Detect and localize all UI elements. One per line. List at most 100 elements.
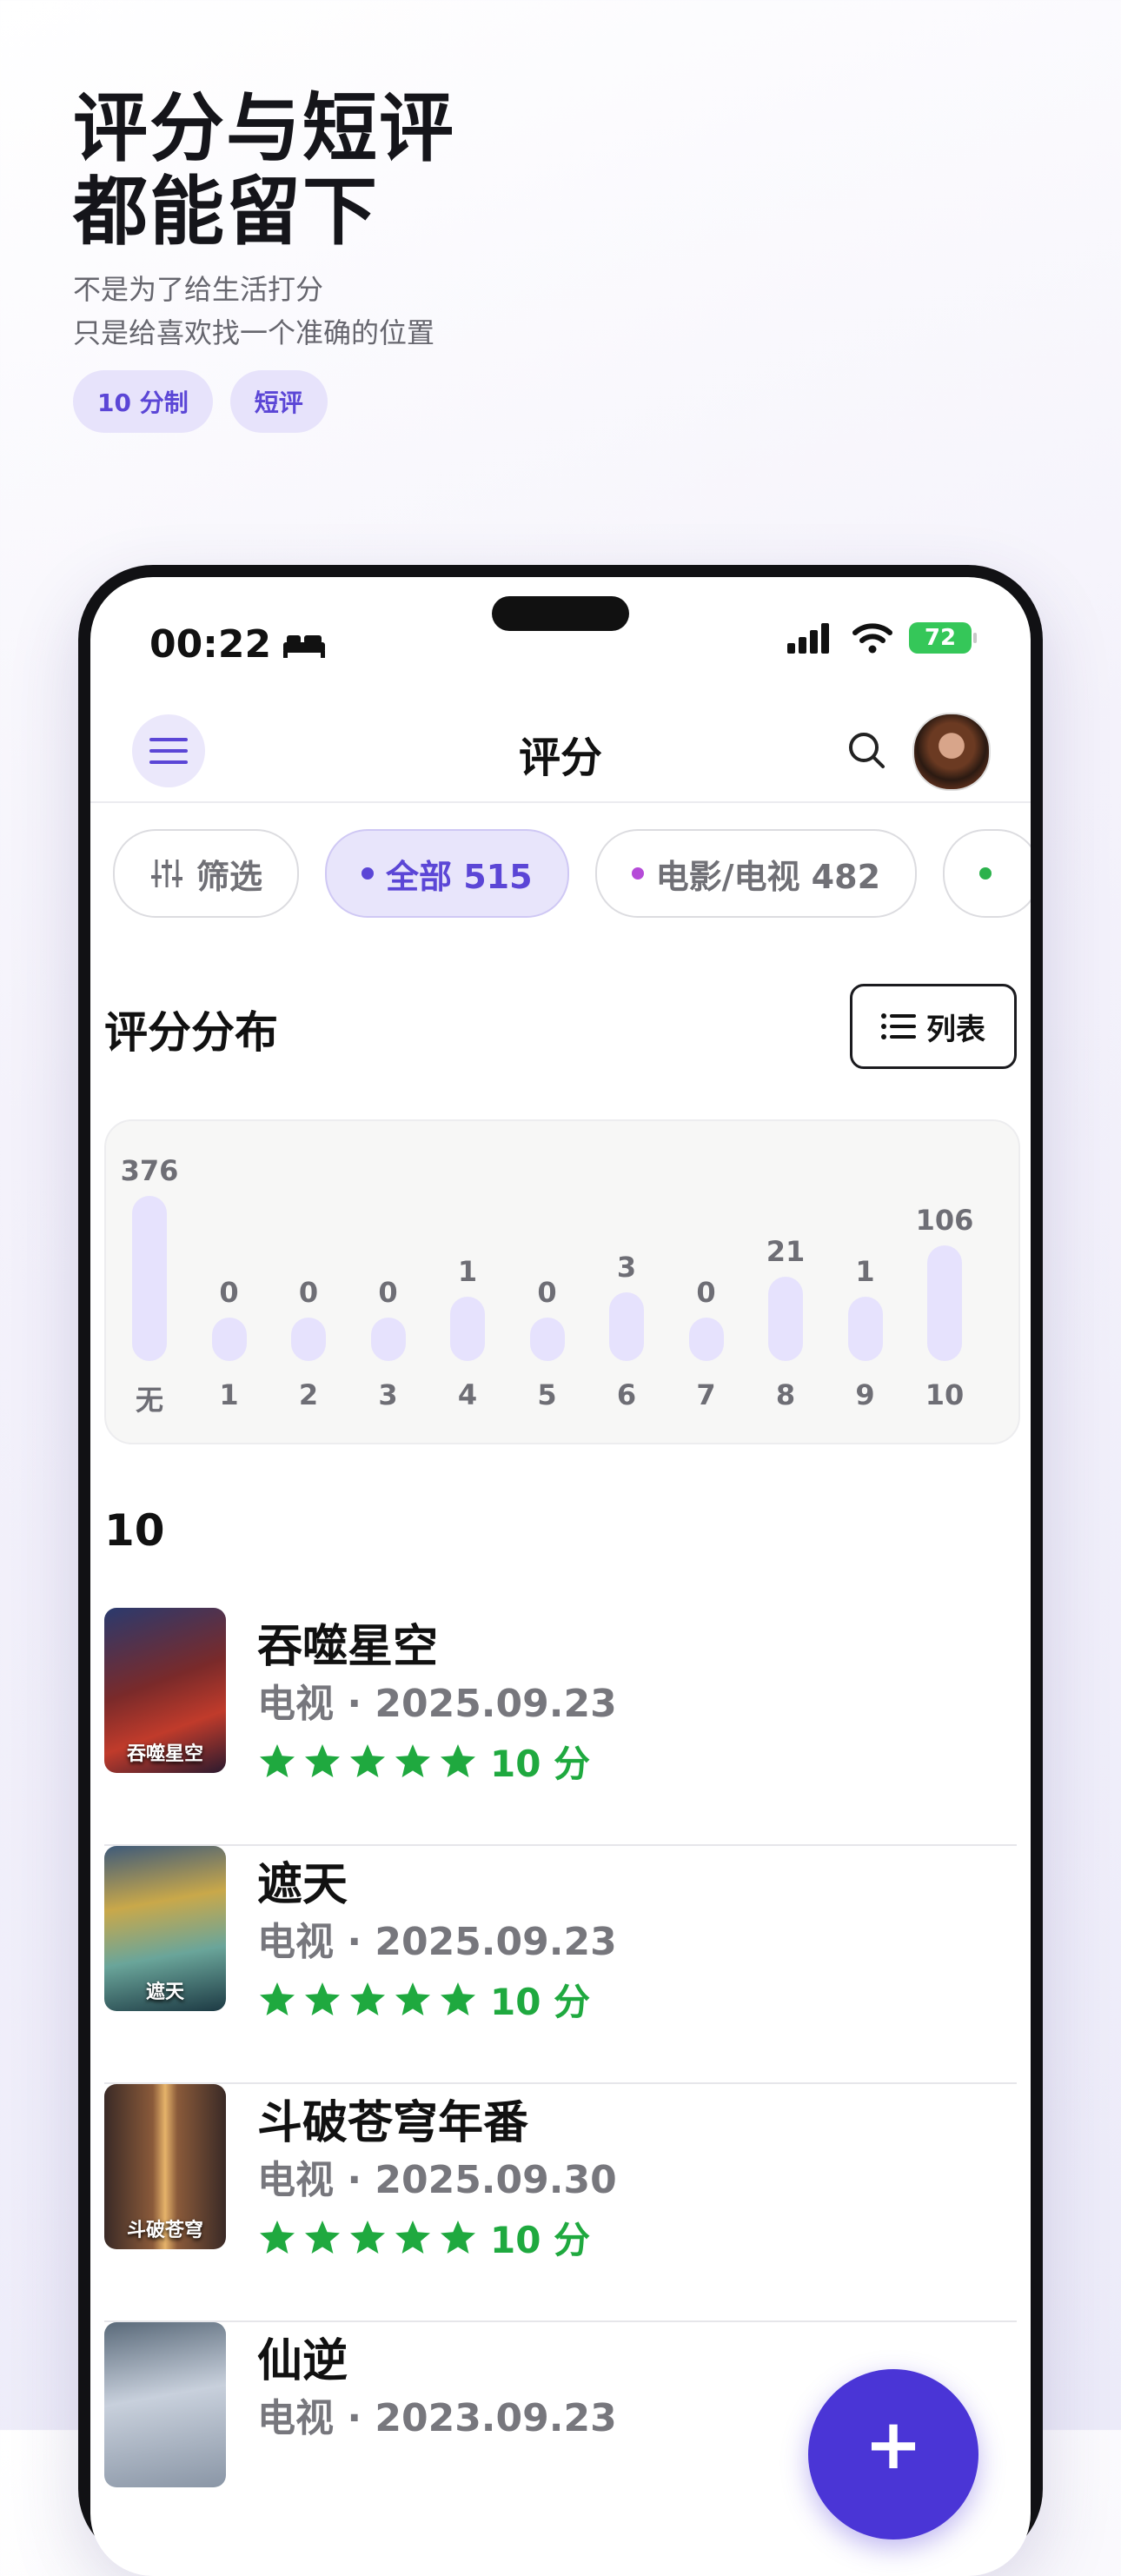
bar [609, 1292, 644, 1361]
item-meta: 电视 · 2025.09.23 [257, 1682, 617, 1726]
bar-value-label: 106 [915, 1204, 974, 1238]
poster-title: 斗破苍穹 [126, 2220, 203, 2241]
chip-dot-icon [979, 867, 992, 880]
bar [132, 1196, 167, 1361]
chip-more[interactable] [943, 829, 1031, 918]
promo-title-line-2: 都能留下 [73, 169, 379, 256]
promo-subtitle: 不是为了给生活打分 只是给喜欢找一个准确的位置 [73, 268, 434, 355]
cellular-signal-icon [787, 623, 829, 654]
bar [688, 1318, 724, 1361]
status-indicators: 72 [787, 622, 977, 654]
poster-image: 遮天 [104, 1846, 226, 2011]
bar-value-label: 376 [120, 1154, 179, 1187]
app-screen: 00:22 72 评分 筛选 全部 515 电影/电视 482 评分分布 列表 … [90, 577, 1031, 2576]
bar [768, 1277, 803, 1361]
bar-value-label: 0 [696, 1276, 716, 1309]
item-title: 仙逆 [257, 2335, 348, 2387]
group-heading: 10 [104, 1505, 165, 1556]
status-time-text: 00:22 [149, 622, 272, 667]
sliders-icon [151, 860, 182, 887]
filter-button[interactable]: 筛选 [113, 829, 300, 918]
bar-column: 01 [199, 1121, 260, 1443]
bar-column: 106 10 [914, 1121, 975, 1443]
poster-image: 吞噬星空 [104, 1608, 226, 1773]
bar-column: 07 [676, 1121, 737, 1443]
item-meta: 电视 · 2025.09.23 [257, 1920, 617, 1964]
chip-all[interactable]: 全部 515 [325, 829, 569, 918]
avatar[interactable] [912, 713, 991, 791]
bar-value-label: 1 [855, 1254, 875, 1288]
bar [847, 1296, 883, 1361]
bar-column: 19 [835, 1121, 896, 1443]
battery-indicator: 72 [909, 622, 977, 654]
filter-label: 筛选 [196, 857, 263, 896]
star-icon [350, 1743, 385, 1777]
item-title: 斗破苍穹年番 [257, 2097, 529, 2149]
list-view-label: 列表 [926, 1012, 985, 1047]
poster-image: 斗破苍穹 [104, 2084, 226, 2249]
item-title: 吞噬星空 [257, 1621, 439, 1673]
star-icon [305, 2220, 340, 2254]
bed-icon [283, 634, 326, 658]
chip-dot-icon [362, 867, 375, 880]
bar-column: 14 [437, 1121, 498, 1443]
battery-level: 72 [924, 625, 957, 651]
bar-column: 36 [596, 1121, 657, 1443]
chip-dot-icon [631, 867, 644, 880]
filter-chip-row: 筛选 全部 515 电影/电视 482 [113, 829, 1031, 918]
item-rating: 10 分 [257, 1973, 590, 2026]
promo-title-line-1: 评分与短评 [73, 85, 455, 172]
star-icon [395, 2220, 430, 2254]
status-time: 00:22 [149, 622, 327, 667]
star-icon [441, 1982, 475, 2015]
promo-tag: 短评 [229, 370, 328, 433]
star-icon [260, 1982, 295, 2015]
star-icon [305, 1982, 340, 2015]
bar [450, 1296, 485, 1361]
promo-tag: 10 分制 [73, 370, 213, 433]
star-icon [260, 1743, 295, 1777]
bar-column: 376 无 [119, 1121, 180, 1443]
bar [291, 1318, 326, 1361]
list-view-button[interactable]: 列表 [850, 984, 1017, 1069]
promo-sub-line-2: 只是给喜欢找一个准确的位置 [73, 316, 435, 349]
list-item[interactable]: 斗破苍穹 斗破苍穹年番 电视 · 2025.09.30 10 分 [104, 2084, 1017, 2322]
score-label: 10 分 [490, 2219, 591, 2261]
chip-movie-tv[interactable]: 电影/电视 482 [594, 829, 918, 918]
add-icon: + [864, 2404, 923, 2485]
star-icon [260, 2220, 295, 2254]
bar [927, 1245, 962, 1361]
star-icon [441, 1743, 475, 1777]
bar-column: 02 [278, 1121, 339, 1443]
promo-sub-line-1: 不是为了给生活打分 [73, 273, 324, 306]
star-icon [350, 1982, 385, 2015]
search-icon[interactable] [843, 727, 892, 775]
score-label: 10 分 [490, 1981, 591, 2023]
add-button[interactable]: + [808, 2369, 978, 2539]
item-meta: 电视 · 2023.09.23 [257, 2396, 617, 2440]
list-item[interactable]: 遮天 遮天 电视 · 2025.09.23 10 分 [104, 1846, 1017, 2084]
item-rating: 10 分 [257, 2211, 590, 2264]
item-meta: 电视 · 2025.09.30 [257, 2158, 617, 2202]
bar [529, 1318, 565, 1361]
star-icon [441, 2220, 475, 2254]
bar-column: 21 8 [755, 1121, 816, 1443]
distribution-title: 评分分布 [104, 1007, 278, 1058]
rating-distribution-chart: 376 无 0 1 0 2 0 3 1 4 0 5 3 6 0 7 21 8 1 9 106 10 [104, 1119, 1020, 1444]
list-icon [881, 1013, 916, 1039]
star-icon [395, 1743, 430, 1777]
bar-column: 05 [517, 1121, 578, 1443]
bar-category-label: 10 [925, 1378, 965, 1411]
item-rating: 10 分 [257, 1735, 590, 1788]
bar-column: 03 [358, 1121, 419, 1443]
promo-tags: 10 分制 短评 [73, 370, 328, 433]
bar [370, 1318, 406, 1361]
poster-image [104, 2322, 226, 2487]
star-icon [395, 1982, 430, 2015]
top-nav-bar: 评分 [90, 706, 1031, 803]
star-icon [305, 1743, 340, 1777]
score-label: 10 分 [490, 1743, 591, 1785]
poster-title: 遮天 [145, 1982, 184, 2003]
list-item[interactable]: 吞噬星空 吞噬星空 电视 · 2025.09.23 10 分 [104, 1608, 1017, 1846]
item-title: 遮天 [257, 1859, 348, 1911]
